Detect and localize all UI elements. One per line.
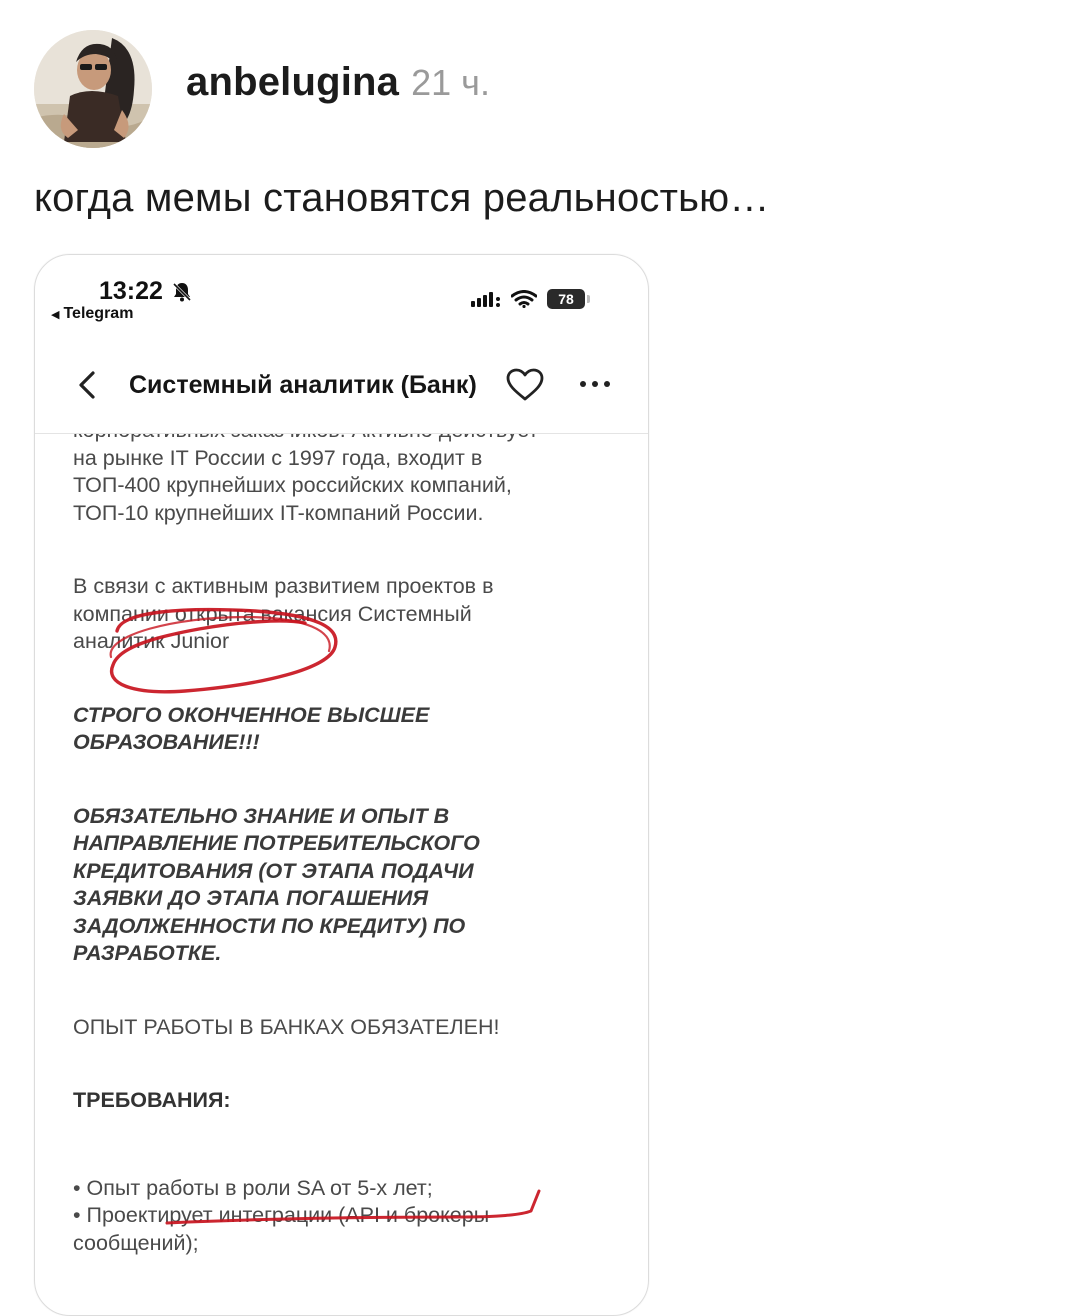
education-requirement: СТРОГО ОКОНЧЕННОЕ ВЫСШЕЕ ОБРАЗОВАНИЕ!!!: [73, 702, 613, 757]
vacancy-line: компании открыта вакансия Системный: [73, 601, 472, 626]
chevron-left-icon[interactable]: [73, 365, 103, 405]
more-icon[interactable]: [575, 369, 615, 399]
battery-indicator: 78: [547, 289, 590, 309]
username[interactable]: anbelugina: [186, 60, 399, 105]
mandatory-line: ОБЯЗАТЕЛЬНО ЗНАНИЕ И ОПЫТ В: [73, 803, 450, 828]
mandatory-experience: ОБЯЗАТЕЛЬНО ЗНАНИЕ И ОПЫТ В НАПРАВЛЕНИЕ …: [73, 803, 613, 968]
back-triangle-icon: ◀: [51, 308, 60, 321]
bank-experience-requirement: ОПЫТ РАБОТЫ В БАНКАХ ОБЯЗАТЕЛЕН!: [73, 1014, 500, 1039]
post-caption: когда мемы становятся реальностью…: [34, 176, 770, 220]
intro-line: ТОП-400 крупнейших российских компаний,: [73, 473, 512, 497]
mandatory-line: ЗАЯВКИ ДО ЭТАПА ПОГАШЕНИЯ: [73, 886, 429, 910]
back-app-label: Telegram: [63, 305, 134, 322]
bell-off-icon: [172, 282, 192, 302]
vacancy-nav-bar: Системный аналитик (Банк): [35, 347, 648, 434]
avatar-photo: [34, 30, 152, 148]
vacancy-line: аналитик Junior: [73, 629, 230, 653]
requirements-heading: ТРЕБОВАНИЯ:: [73, 1088, 231, 1112]
requirement-item: • Проектирует интеграции (API и брокеры: [73, 1203, 490, 1227]
requirement-item: сообщений);: [73, 1230, 199, 1255]
strict-line: ОБРАЗОВАНИЕ!!!: [73, 730, 260, 754]
strict-line: СТРОГО ОКОНЧЕННОЕ ВЫСШЕЕ: [73, 702, 430, 727]
status-indicators: 78: [471, 289, 590, 309]
mandatory-line: НАПРАВЛЕНИЕ ПОТРЕБИТЕЛЬСКОГО: [73, 831, 480, 855]
vacancy-line: В связи с активным развитием проектов в: [73, 574, 494, 598]
vacancy-title: Системный аналитик (Банк): [129, 371, 477, 399]
signal-icon: [471, 292, 500, 307]
mandatory-line: КРЕДИТОВАНИЯ (ОТ ЭТАПА ПОДАЧИ: [73, 858, 474, 883]
vacancy-description: корпоративных заказчиков. Активно действ…: [73, 417, 613, 1257]
avatar[interactable]: [34, 30, 152, 148]
status-time: 13:22: [99, 277, 163, 305]
vacancy-announcement: В связи с активным развитием проектов в …: [73, 573, 613, 656]
intro-line: на рынке IT России с 1997 года, входит в: [73, 445, 483, 470]
requirement-item: • Опыт работы в роли SA от 5-х лет;: [73, 1175, 433, 1200]
heart-icon[interactable]: [505, 367, 545, 403]
wifi-icon: [511, 290, 537, 308]
mandatory-line: РАЗРАБОТКЕ.: [73, 941, 222, 965]
post-author-line: anbelugina 21 ч.: [186, 60, 490, 116]
attached-screenshot[interactable]: 13:22 ◀ Telegram 78 Системный аналитик (…: [34, 254, 649, 1316]
requirements-list: • Опыт работы в роли SA от 5-х лет; • Пр…: [73, 1175, 613, 1258]
post-timestamp: 21 ч.: [411, 62, 490, 103]
mandatory-line: ЗАДОЛЖЕННОСТИ ПО КРЕДИТУ) ПО: [73, 913, 466, 938]
back-to-app[interactable]: ◀ Telegram: [51, 305, 133, 323]
battery-level: 78: [558, 291, 574, 307]
intro-line: ТОП-10 крупнейших IT-компаний России.: [73, 500, 484, 525]
